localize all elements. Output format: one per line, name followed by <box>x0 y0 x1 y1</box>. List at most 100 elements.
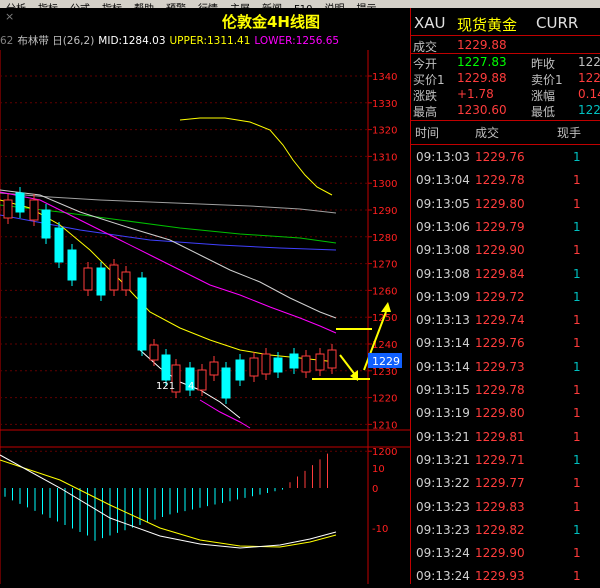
menu-bar: 分析指标公式指标帮助预警行情主屏新闻F10说明提示 <box>0 0 600 8</box>
candle[interactable] <box>41 209 51 239</box>
candle[interactable] <box>15 192 25 213</box>
candle[interactable] <box>327 349 337 369</box>
tick-time: 09:13:22 <box>416 476 470 491</box>
candle[interactable] <box>209 361 219 376</box>
tick-price: 1229.90 <box>475 546 525 561</box>
tick-row[interactable]: 09:13:23 1229.83 1 <box>411 497 600 519</box>
tick-row[interactable]: 09:13:06 1229.79 1 <box>411 217 600 239</box>
mid-band-line <box>0 189 337 319</box>
candle[interactable] <box>109 264 119 291</box>
tick-price: 1229.78 <box>475 383 525 397</box>
tick-row[interactable]: 09:13:23 1229.82 1 <box>411 520 600 542</box>
tick-time: 09:13:19 <box>416 406 470 421</box>
tick-row[interactable]: 09:13:19 1229.80 1 <box>411 403 600 425</box>
tick-volume: 1 <box>573 522 581 537</box>
candle[interactable] <box>289 353 299 369</box>
candle[interactable] <box>301 355 311 373</box>
price-axis-label: 1320 <box>372 126 397 137</box>
prev-close-label: 昨收 <box>531 57 556 71</box>
tick-row[interactable]: 09:13:24 1229.93 1 <box>411 566 600 588</box>
candle[interactable] <box>221 367 231 399</box>
candle[interactable] <box>149 344 159 361</box>
candle[interactable] <box>121 271 131 291</box>
ticks-header-price: 成交 <box>475 126 500 140</box>
tick-volume: 1 <box>573 150 581 164</box>
ticks-header-vol: 现手 <box>557 126 582 140</box>
tick-row[interactable]: 09:13:04 1229.78 1 <box>411 170 600 192</box>
lower-band-tail <box>199 399 251 429</box>
candle[interactable] <box>29 199 39 221</box>
tick-time: 09:13:08 <box>416 243 470 258</box>
tick-time: 09:13:14 <box>416 336 470 351</box>
price-axis-label: 1260 <box>372 286 397 297</box>
tick-volume: 1 <box>573 359 581 374</box>
tick-time: 09:13:24 <box>416 546 470 561</box>
tick-volume: 1 <box>573 476 581 491</box>
candle[interactable] <box>3 199 13 219</box>
symbol-name: 现货黄金 <box>457 16 518 34</box>
tick-price: 1229.77 <box>475 476 525 491</box>
tick-volume: 1 <box>573 266 581 281</box>
candle[interactable] <box>261 353 271 375</box>
tick-volume: 1 <box>573 406 581 421</box>
tick-row[interactable]: 09:13:03 1229.76 1 <box>411 147 600 169</box>
tick-row[interactable]: 09:13:24 1229.90 1 <box>411 543 600 565</box>
candle[interactable] <box>235 359 245 381</box>
candle[interactable] <box>83 267 93 291</box>
sub-axis-label: 0 <box>372 484 378 495</box>
candle[interactable] <box>161 354 171 381</box>
indicator-mid: MID:1284.03 <box>98 35 166 47</box>
tick-volume: 1 <box>573 196 581 211</box>
price-axis-label: 1280 <box>372 233 397 244</box>
tick-row[interactable]: 09:13:14 1229.73 1 <box>411 357 600 379</box>
tick-row[interactable]: 09:13:13 1229.74 1 <box>411 310 600 332</box>
tick-row[interactable]: 09:13:14 1229.76 1 <box>411 333 600 355</box>
open-value: 1227.83 <box>457 55 507 69</box>
tick-price: 1229.79 <box>475 219 525 234</box>
indicator-name: 布林带 日(26,2) <box>17 35 95 47</box>
tick-price: 1229.76 <box>475 150 525 164</box>
high-value: 1230.60 <box>457 103 507 117</box>
candle[interactable] <box>54 227 64 263</box>
tick-price: 1229.78 <box>475 173 525 188</box>
kline-chart[interactable]: 1340133013201310130012901280127012601250… <box>0 50 410 584</box>
candle-label: 4 <box>188 381 194 392</box>
change-label: 涨跌 <box>413 89 438 103</box>
tick-row[interactable]: 09:13:15 1229.78 1 <box>411 380 600 402</box>
tick-row[interactable]: 09:13:08 1229.84 1 <box>411 264 600 286</box>
tick-row[interactable]: 09:13:05 1229.80 1 <box>411 194 600 216</box>
pct-label: 涨幅 <box>531 89 556 103</box>
tick-price: 1229.81 <box>475 429 525 444</box>
price-axis-label: 1290 <box>372 206 397 217</box>
tick-time: 09:13:05 <box>416 196 470 211</box>
ask-value: 122 <box>578 71 600 85</box>
tick-volume: 1 <box>573 452 581 467</box>
candle[interactable] <box>315 353 325 371</box>
tick-volume: 1 <box>573 313 581 328</box>
tick-volume: 1 <box>573 546 581 561</box>
tick-row[interactable]: 09:13:08 1229.90 1 <box>411 240 600 262</box>
candle[interactable] <box>197 369 207 391</box>
tick-price: 1229.71 <box>475 452 525 467</box>
candle[interactable] <box>137 277 147 351</box>
tick-price: 1229.82 <box>475 522 525 537</box>
price-axis-label: 1270 <box>372 260 397 271</box>
tick-row[interactable]: 09:13:09 1229.72 1 <box>411 287 600 309</box>
tick-time: 09:13:14 <box>416 359 470 374</box>
deal-value: 1229.88 <box>457 38 507 52</box>
tick-price: 1229.80 <box>475 196 525 211</box>
indicator-prefix: 62 <box>0 35 14 47</box>
candle[interactable] <box>67 249 77 281</box>
close-icon[interactable]: × <box>5 10 15 23</box>
chart-title: 伦敦金4H线图 <box>222 13 320 31</box>
candle[interactable] <box>96 267 106 296</box>
candle[interactable] <box>249 357 259 377</box>
candle[interactable] <box>273 357 283 373</box>
tick-row[interactable]: 09:13:21 1229.81 1 <box>411 427 600 449</box>
tick-row[interactable]: 09:13:21 1229.71 1 <box>411 450 600 472</box>
tick-row[interactable]: 09:13:22 1229.77 1 <box>411 473 600 495</box>
tick-volume: 1 <box>573 499 581 514</box>
tick-volume: 1 <box>573 243 581 258</box>
symbol-code: XAU <box>414 14 446 32</box>
price-axis-label: 1340 <box>372 72 397 83</box>
